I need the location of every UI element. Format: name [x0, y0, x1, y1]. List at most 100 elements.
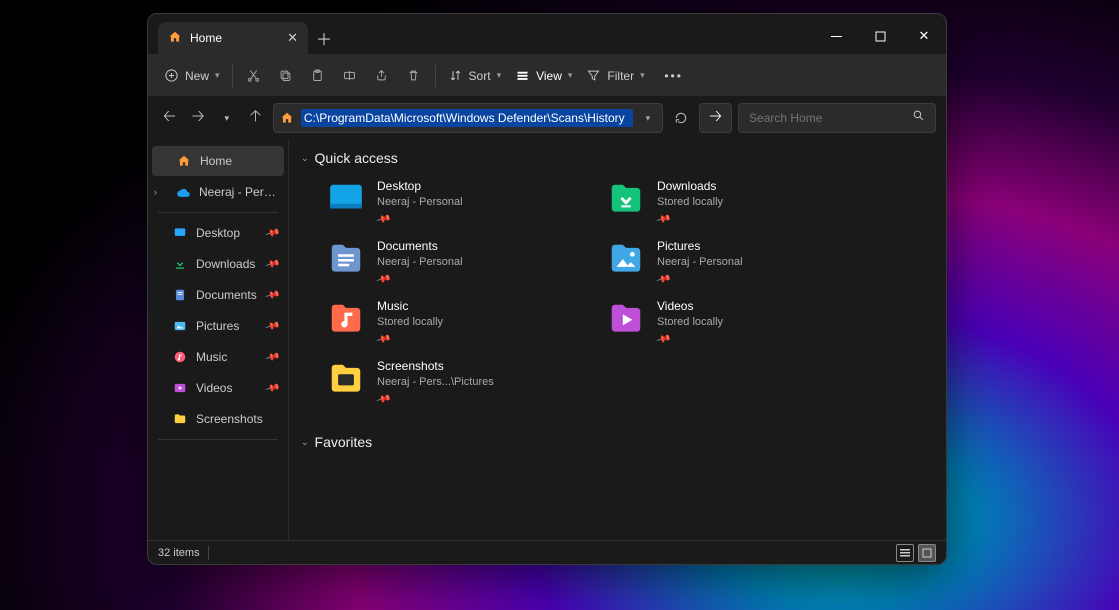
search-icon	[912, 109, 925, 127]
pin-icon: 📌	[374, 330, 392, 350]
item-name: Videos	[657, 298, 723, 314]
pin-icon: 📌	[654, 270, 672, 290]
videos-folder-icon	[605, 298, 647, 340]
item-name: Downloads	[657, 178, 723, 194]
home-icon	[277, 111, 297, 125]
sidebar-item-screenshots[interactable]: Screenshots	[152, 404, 284, 434]
screenshots-folder-icon	[325, 358, 367, 400]
documents-icon	[172, 287, 188, 303]
forward-button[interactable]: 🡢	[187, 104, 210, 132]
quick-access-item[interactable]: ✓ScreenshotsNeeraj - Pers...\Pictures📌	[325, 358, 585, 408]
quick-access-item[interactable]: DesktopNeeraj - Personal📌	[325, 178, 585, 228]
pin-icon: 📌	[264, 380, 280, 396]
status-bar: 32 items	[148, 540, 946, 564]
address-bar[interactable]: C:\ProgramData\Microsoft\Windows Defende…	[273, 103, 663, 133]
pin-icon: 📌	[374, 210, 392, 230]
documents-folder-icon	[325, 238, 367, 280]
home-icon	[176, 153, 192, 169]
cut-button[interactable]	[239, 61, 269, 91]
item-location: Neeraj - Personal	[657, 254, 743, 270]
close-button[interactable]: ✕	[902, 18, 946, 54]
chevron-down-icon: ⌄	[301, 153, 309, 164]
toolbar: New▾ Sort▾ View▾ Filter▾ •••	[148, 54, 946, 96]
new-button[interactable]: New▾	[158, 61, 226, 91]
pin-icon: 📌	[374, 390, 392, 410]
more-button[interactable]: •••	[659, 61, 689, 91]
rename-button[interactable]	[335, 61, 365, 91]
tab-home[interactable]: Home ✕	[158, 22, 308, 54]
delete-button[interactable]	[399, 61, 429, 91]
chevron-right-icon[interactable]: ›	[154, 187, 157, 197]
sidebar-item-music[interactable]: Music📌	[152, 342, 284, 372]
item-name: Screenshots	[377, 358, 494, 374]
pictures-icon	[172, 318, 188, 334]
go-button[interactable]: 🡢	[699, 103, 732, 133]
details-view-button[interactable]	[896, 544, 914, 562]
pin-icon: 📌	[264, 287, 280, 303]
videos-icon	[172, 380, 188, 396]
item-count: 32 items	[158, 547, 200, 559]
tiles-view-button[interactable]	[918, 544, 936, 562]
back-button[interactable]: 🡠	[158, 104, 181, 132]
minimize-button[interactable]	[814, 18, 858, 54]
music-icon	[172, 349, 188, 365]
section-favorites[interactable]: ⌄ Favorites	[289, 424, 946, 456]
sidebar-item-pictures[interactable]: Pictures📌	[152, 311, 284, 341]
quick-access-item[interactable]: VideosStored locally📌	[605, 298, 865, 348]
quick-access-item[interactable]: DownloadsStored locally📌	[605, 178, 865, 228]
pin-icon: 📌	[264, 225, 280, 241]
maximize-button[interactable]	[858, 18, 902, 54]
tab-title: Home	[190, 31, 222, 45]
window-controls: ✕	[814, 18, 946, 54]
file-explorer-window: Home ✕ ＋ ✕ New▾ Sort▾ View▾	[147, 13, 947, 565]
search-input[interactable]	[749, 111, 904, 125]
item-name: Desktop	[377, 178, 463, 194]
sidebar: Home › Neeraj - Personal Desktop📌 Downlo…	[148, 140, 288, 540]
item-location: Stored locally	[377, 314, 443, 330]
share-button[interactable]	[367, 61, 397, 91]
quick-access-item[interactable]: ☁PicturesNeeraj - Personal📌	[605, 238, 865, 288]
new-tab-button[interactable]: ＋	[308, 22, 340, 54]
recent-button[interactable]: ▾	[215, 104, 238, 132]
item-location: Neeraj - Personal	[377, 254, 463, 270]
address-path[interactable]: C:\ProgramData\Microsoft\Windows Defende…	[301, 109, 633, 127]
downloads-folder-icon	[605, 178, 647, 220]
refresh-button[interactable]	[669, 103, 693, 133]
item-location: Neeraj - Pers...\Pictures	[377, 374, 494, 390]
chevron-down-icon: ⌄	[301, 437, 309, 448]
copy-button[interactable]	[271, 61, 301, 91]
tab-close-icon[interactable]: ✕	[287, 30, 298, 46]
sidebar-item-documents[interactable]: Documents📌	[152, 280, 284, 310]
sidebar-item-onedrive[interactable]: › Neeraj - Personal	[152, 177, 284, 207]
pictures-folder-icon	[605, 238, 647, 280]
home-icon	[168, 30, 182, 47]
paste-button[interactable]	[303, 61, 333, 91]
sidebar-item-downloads[interactable]: Downloads📌	[152, 249, 284, 279]
pin-icon: 📌	[654, 330, 672, 350]
sort-button[interactable]: Sort▾	[442, 61, 508, 91]
pin-icon: 📌	[264, 256, 280, 272]
item-location: Stored locally	[657, 314, 723, 330]
quick-access-item[interactable]: ☁DocumentsNeeraj - Personal📌	[325, 238, 585, 288]
up-button[interactable]: 🡡	[244, 104, 267, 132]
search-box[interactable]	[738, 103, 936, 133]
folder-icon	[172, 411, 188, 427]
quick-access-item[interactable]: MusicStored locally📌	[325, 298, 585, 348]
sidebar-item-home[interactable]: Home	[152, 146, 284, 176]
address-dropdown[interactable]: ▾	[637, 113, 659, 124]
desktop-folder-icon	[325, 178, 367, 220]
sidebar-item-videos[interactable]: Videos📌	[152, 373, 284, 403]
item-name: Pictures	[657, 238, 743, 254]
item-name: Documents	[377, 238, 463, 254]
sidebar-item-desktop[interactable]: Desktop📌	[152, 218, 284, 248]
view-button[interactable]: View▾	[509, 61, 578, 91]
download-icon	[172, 256, 188, 272]
tab-strip: Home ✕ ＋ ✕	[148, 14, 946, 54]
section-quick-access[interactable]: ⌄ Quick access	[289, 140, 946, 172]
music-folder-icon	[325, 298, 367, 340]
pin-icon: 📌	[374, 270, 392, 290]
item-location: Stored locally	[657, 194, 723, 210]
filter-button[interactable]: Filter▾	[580, 61, 650, 91]
pin-icon: 📌	[264, 318, 280, 334]
pin-icon: 📌	[654, 210, 672, 230]
